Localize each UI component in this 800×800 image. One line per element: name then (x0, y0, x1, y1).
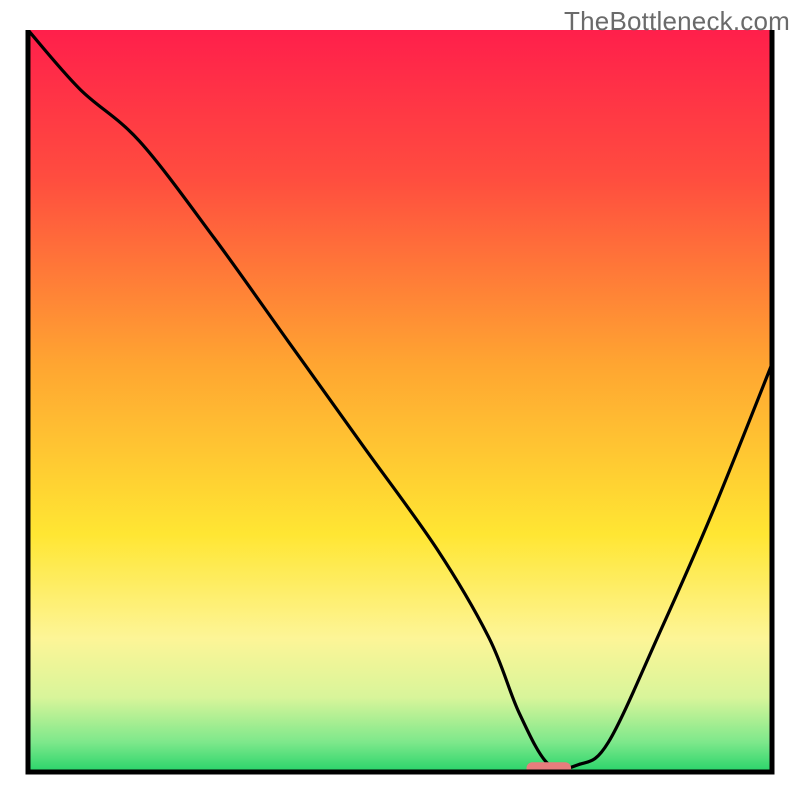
chart-container: TheBottleneck.com (0, 0, 800, 800)
watermark-text: TheBottleneck.com (564, 6, 790, 37)
bottleneck-chart (0, 0, 800, 800)
